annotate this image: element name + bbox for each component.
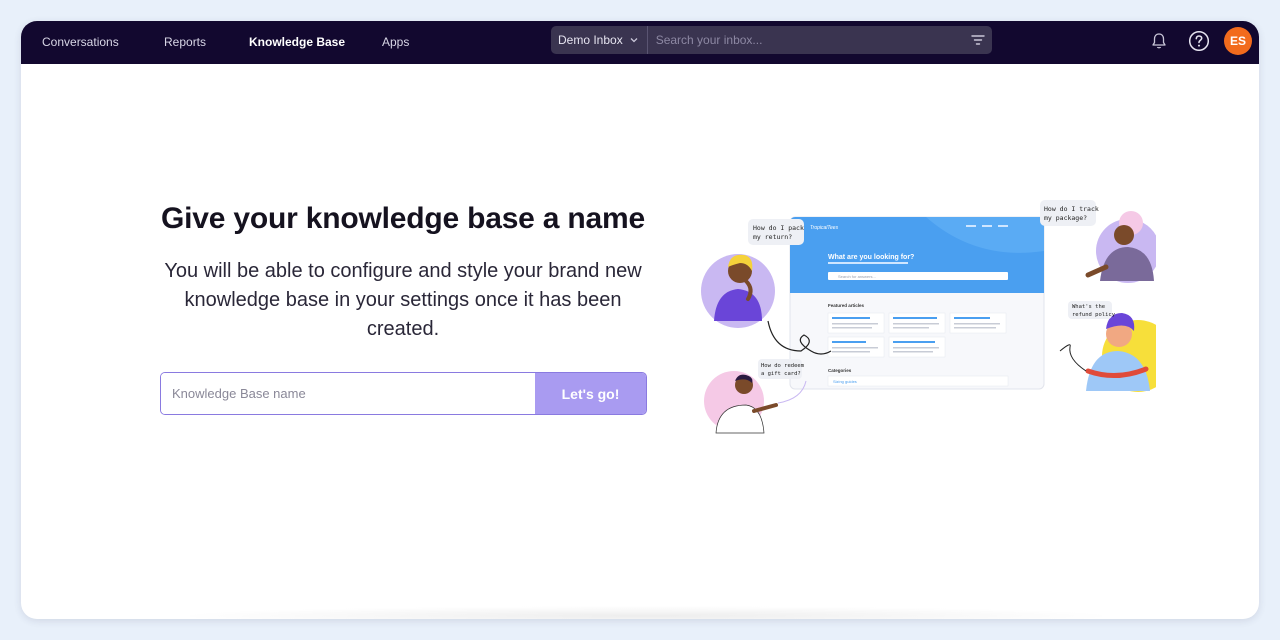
inbox-selector[interactable]: Demo Inbox [551, 26, 648, 54]
nav-reports[interactable]: Reports [164, 21, 206, 64]
nav-apps[interactable]: Apps [382, 21, 409, 64]
chevron-down-icon [630, 38, 638, 43]
filter-icon[interactable] [964, 26, 992, 54]
svg-text:refund policy: refund policy [1072, 312, 1116, 318]
bubble-gift-card: How do redeem [761, 363, 805, 369]
page-title: Give your knowledge base a name [161, 202, 645, 235]
page-description: You will be able to configure and style … [164, 260, 642, 340]
global-search: Demo Inbox [551, 26, 992, 54]
svg-text:my return?: my return? [753, 233, 792, 241]
mock-search-placeholder: Search for answers... [838, 274, 876, 279]
lets-go-button[interactable]: Let's go! [535, 373, 646, 414]
user-avatar[interactable]: ES [1224, 27, 1252, 55]
kb-name-input[interactable] [161, 373, 535, 414]
kb-name-form: Let's go! [160, 372, 647, 415]
bubble-refund-policy: What's the [1072, 304, 1105, 310]
app-window: Conversations Reports Knowledge Base App… [21, 21, 1259, 619]
svg-text:my package?: my package? [1044, 214, 1087, 222]
knowledge-base-illustration: TropicalTees What are you looking for? S… [701, 200, 1156, 434]
inbox-selector-label: Demo Inbox [558, 33, 623, 47]
search-input[interactable] [647, 26, 964, 54]
mock-category-item: Sizing guides [833, 379, 857, 384]
mock-heading: What are you looking for? [828, 254, 914, 261]
nav-knowledge-base[interactable]: Knowledge Base [249, 21, 345, 64]
top-navbar: Conversations Reports Knowledge Base App… [21, 21, 1259, 64]
bubble-pack-return: How do I pack [753, 224, 804, 232]
mock-categories-title: Categories [828, 368, 852, 373]
bottom-shadow [171, 606, 1121, 619]
help-icon[interactable] [1188, 30, 1210, 52]
bell-icon[interactable] [1149, 31, 1169, 51]
svg-text:a gift card?: a gift card? [761, 371, 801, 377]
svg-text:TropicalTees: TropicalTees [810, 225, 839, 231]
mock-section-title: Featured articles [828, 303, 865, 308]
bubble-track-package: How do I track [1044, 205, 1099, 213]
nav-conversations[interactable]: Conversations [42, 21, 119, 64]
